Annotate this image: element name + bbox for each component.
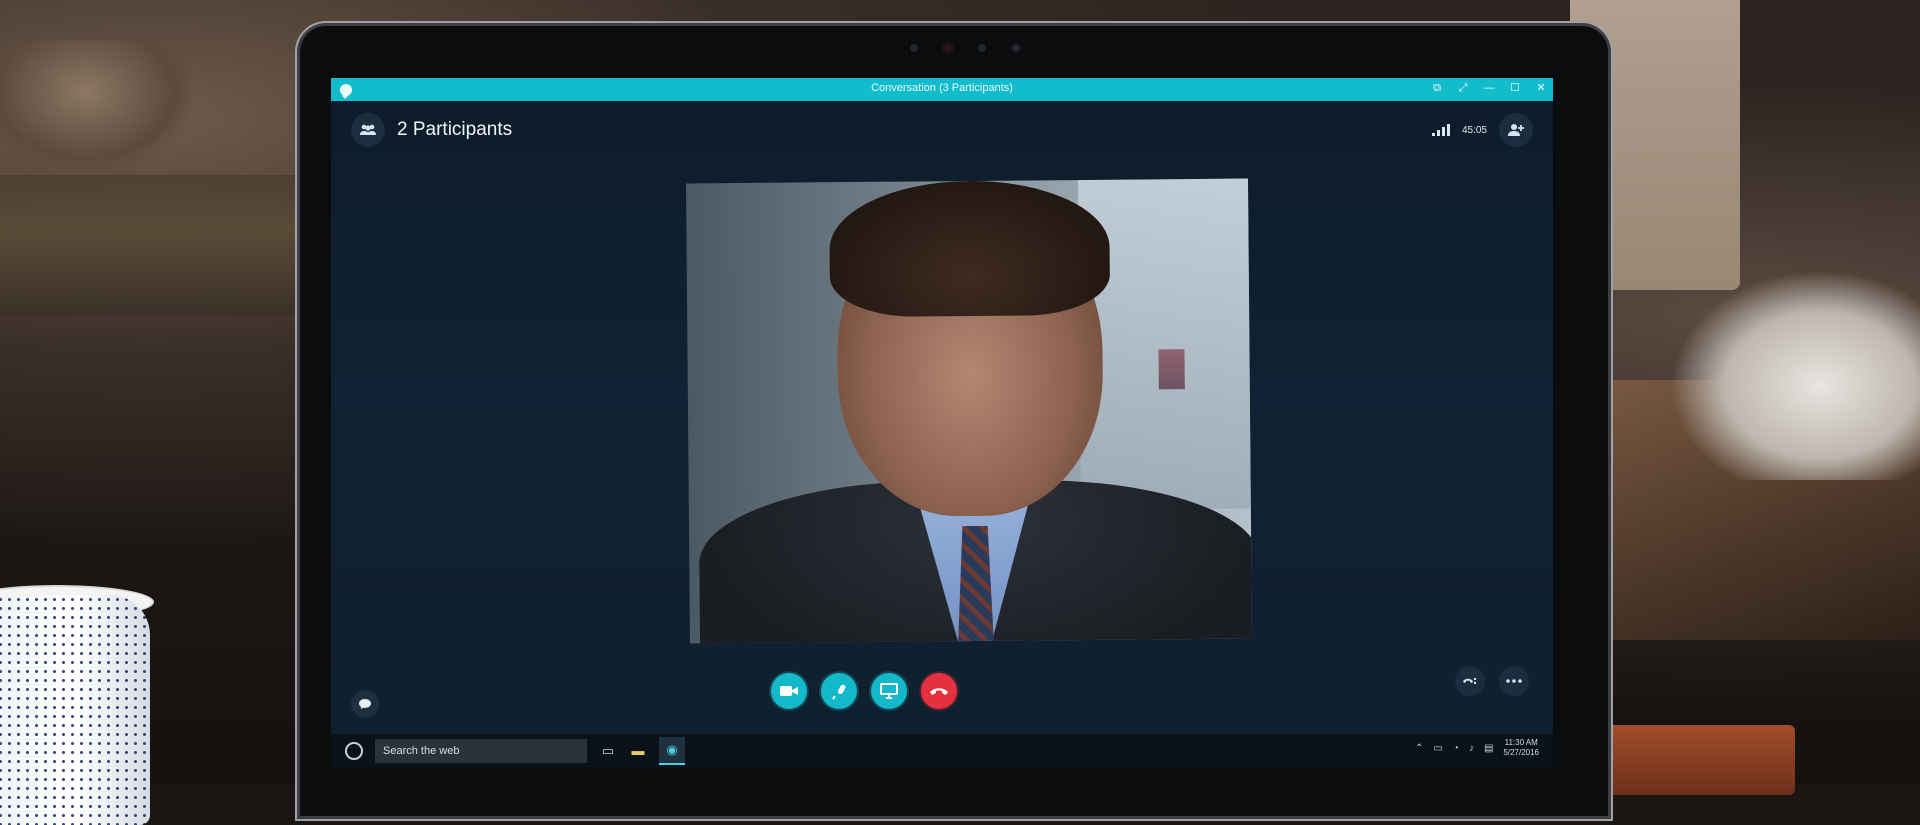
share-screen-button[interactable] [871, 673, 907, 709]
start-button-icon[interactable] [345, 742, 363, 760]
end-call-button[interactable] [921, 673, 957, 709]
clock-time: 11:30 AM [1504, 738, 1538, 747]
title-bar[interactable]: Conversation (3 Participants) ⧉ ⤢ — ☐ ✕ [331, 78, 1553, 101]
remote-video-feed [686, 178, 1252, 644]
video-hair [828, 179, 1111, 318]
webcam [910, 44, 1020, 52]
dialpad-icon[interactable] [1455, 666, 1485, 696]
microphone-icon [832, 684, 846, 700]
add-person-icon[interactable] [1499, 113, 1533, 147]
secondary-call-buttons [1455, 666, 1529, 696]
background-shelf [0, 175, 330, 315]
skype-taskbar-icon[interactable]: ◉ [659, 737, 685, 765]
coffee-mug [0, 595, 150, 825]
network-icon[interactable]: ◔ [1453, 743, 1459, 754]
leather-notebook [1605, 725, 1795, 795]
hang-up-icon [930, 688, 948, 695]
background-cloth [1670, 270, 1920, 480]
call-header: 2 Participants 45:05 [351, 110, 1533, 150]
microphone-button[interactable] [821, 673, 857, 709]
compact-view-icon[interactable]: ⧉ [1431, 81, 1443, 95]
chat-icon[interactable] [351, 690, 379, 718]
window-controls: ⧉ ⤢ — ☐ ✕ [1431, 81, 1547, 95]
volume-icon[interactable]: ♪ [1469, 743, 1474, 754]
skype-window: Conversation (3 Participants) ⧉ ⤢ — ☐ ✕ … [331, 78, 1553, 768]
windows-taskbar: Search the web ▭ ▬ ◉ ⌃ ▭ ◔ ♪ ▤ 11:30 AM … [331, 734, 1553, 768]
more-options-icon[interactable] [1499, 666, 1529, 696]
video-camera-icon [780, 686, 798, 696]
participants-icon[interactable] [351, 113, 385, 147]
taskbar-clock[interactable]: 11:30 AM 5/27/2016 [1503, 738, 1539, 758]
monitor-icon [880, 683, 898, 699]
laptop-screen: Conversation (3 Participants) ⧉ ⤢ — ☐ ✕ … [300, 26, 1608, 816]
call-timer: 45:05 [1461, 124, 1487, 136]
notification-icon[interactable]: ▤ [1484, 743, 1493, 754]
window-title: Conversation (3 Participants) [871, 82, 1013, 94]
background-chair [0, 40, 190, 170]
file-explorer-icon[interactable]: ▬ [629, 742, 647, 760]
battery-icon[interactable]: ▭ [1433, 743, 1442, 754]
call-controls [771, 673, 957, 709]
participants-count: 2 Participants [397, 119, 513, 140]
signal-strength-icon [1431, 124, 1450, 136]
video-tie [957, 526, 994, 644]
video-toggle-button[interactable] [771, 673, 807, 709]
taskbar-search-input[interactable]: Search the web [375, 739, 587, 763]
header-right: 45:05 [1431, 113, 1533, 147]
close-icon[interactable]: ✕ [1535, 81, 1547, 95]
chevron-up-icon[interactable]: ⌃ [1415, 743, 1423, 754]
maximize-icon[interactable]: ☐ [1509, 81, 1521, 95]
minimize-icon[interactable]: — [1483, 81, 1495, 95]
system-tray: ⌃ ▭ ◔ ♪ ▤ 11:30 AM 5/27/2016 [1415, 738, 1539, 758]
clock-date: 5/27/2016 [1503, 748, 1539, 757]
fullscreen-icon[interactable]: ⤢ [1457, 81, 1469, 95]
task-view-icon[interactable]: ▭ [599, 742, 617, 760]
video-flag [1158, 349, 1185, 390]
